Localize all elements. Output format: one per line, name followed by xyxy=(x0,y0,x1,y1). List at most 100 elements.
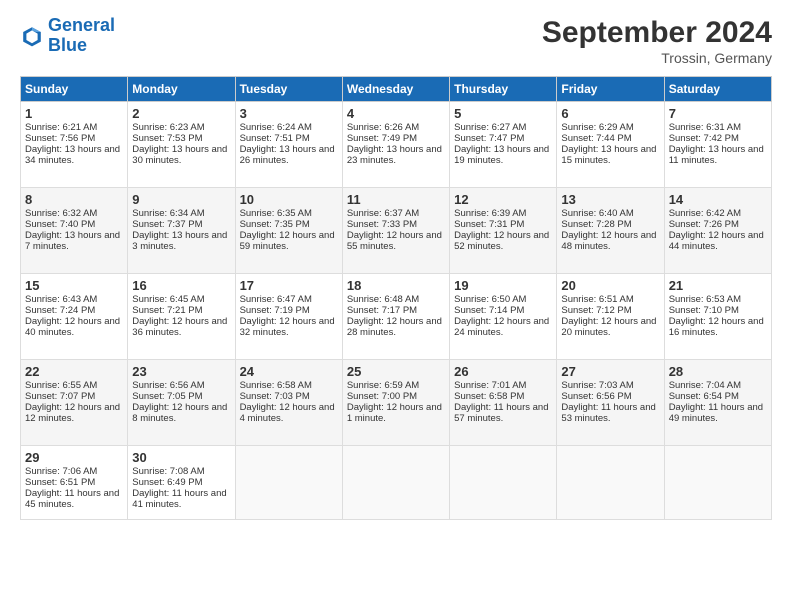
daylight-text: Daylight: 12 hours and 48 minutes. xyxy=(561,230,656,252)
sunrise-text: Sunrise: 6:48 AM xyxy=(347,294,419,305)
day-number: 1 xyxy=(25,106,123,121)
daylight-text: Daylight: 12 hours and 8 minutes. xyxy=(132,402,227,424)
col-sunday: Sunday xyxy=(21,77,128,102)
title-block: September 2024 Trossin, Germany xyxy=(542,16,772,66)
day-number: 10 xyxy=(240,192,338,207)
sunrise-text: Sunrise: 6:56 AM xyxy=(132,380,204,391)
calendar-cell: 13 Sunrise: 6:40 AM Sunset: 7:28 PM Dayl… xyxy=(557,188,664,274)
sunrise-text: Sunrise: 7:08 AM xyxy=(132,466,204,477)
calendar-cell: 10 Sunrise: 6:35 AM Sunset: 7:35 PM Dayl… xyxy=(235,188,342,274)
sunset-text: Sunset: 7:51 PM xyxy=(240,133,310,144)
sunset-text: Sunset: 7:49 PM xyxy=(347,133,417,144)
sunrise-text: Sunrise: 6:42 AM xyxy=(669,208,741,219)
day-number: 12 xyxy=(454,192,552,207)
calendar-cell: 8 Sunrise: 6:32 AM Sunset: 7:40 PM Dayli… xyxy=(21,188,128,274)
sunrise-text: Sunrise: 6:26 AM xyxy=(347,122,419,133)
sunset-text: Sunset: 6:56 PM xyxy=(561,391,631,402)
day-number: 7 xyxy=(669,106,767,121)
daylight-text: Daylight: 13 hours and 15 minutes. xyxy=(561,144,656,166)
day-number: 8 xyxy=(25,192,123,207)
sunrise-text: Sunrise: 7:03 AM xyxy=(561,380,633,391)
daylight-text: Daylight: 13 hours and 7 minutes. xyxy=(25,230,120,252)
daylight-text: Daylight: 12 hours and 4 minutes. xyxy=(240,402,335,424)
calendar-cell: 30 Sunrise: 7:08 AM Sunset: 6:49 PM Dayl… xyxy=(128,446,235,520)
calendar-row: 22 Sunrise: 6:55 AM Sunset: 7:07 PM Dayl… xyxy=(21,360,772,446)
day-number: 18 xyxy=(347,278,445,293)
calendar-cell: 21 Sunrise: 6:53 AM Sunset: 7:10 PM Dayl… xyxy=(664,274,771,360)
sunset-text: Sunset: 7:00 PM xyxy=(347,391,417,402)
calendar-cell xyxy=(235,446,342,520)
calendar-cell: 12 Sunrise: 6:39 AM Sunset: 7:31 PM Dayl… xyxy=(450,188,557,274)
calendar-cell: 24 Sunrise: 6:58 AM Sunset: 7:03 PM Dayl… xyxy=(235,360,342,446)
daylight-text: Daylight: 12 hours and 20 minutes. xyxy=(561,316,656,338)
sunset-text: Sunset: 7:42 PM xyxy=(669,133,739,144)
sunrise-text: Sunrise: 6:31 AM xyxy=(669,122,741,133)
sunrise-text: Sunrise: 6:51 AM xyxy=(561,294,633,305)
sunset-text: Sunset: 7:56 PM xyxy=(25,133,95,144)
day-number: 13 xyxy=(561,192,659,207)
calendar-row: 1 Sunrise: 6:21 AM Sunset: 7:56 PM Dayli… xyxy=(21,102,772,188)
daylight-text: Daylight: 12 hours and 16 minutes. xyxy=(669,316,764,338)
daylight-text: Daylight: 12 hours and 12 minutes. xyxy=(25,402,120,424)
sunset-text: Sunset: 7:10 PM xyxy=(669,305,739,316)
day-number: 26 xyxy=(454,364,552,379)
day-number: 30 xyxy=(132,450,230,465)
sunrise-text: Sunrise: 6:53 AM xyxy=(669,294,741,305)
sunrise-text: Sunrise: 7:06 AM xyxy=(25,466,97,477)
location: Trossin, Germany xyxy=(542,50,772,66)
sunset-text: Sunset: 7:28 PM xyxy=(561,219,631,230)
calendar-cell xyxy=(664,446,771,520)
col-wednesday: Wednesday xyxy=(342,77,449,102)
sunrise-text: Sunrise: 6:40 AM xyxy=(561,208,633,219)
day-number: 4 xyxy=(347,106,445,121)
sunrise-text: Sunrise: 6:37 AM xyxy=(347,208,419,219)
daylight-text: Daylight: 12 hours and 44 minutes. xyxy=(669,230,764,252)
col-saturday: Saturday xyxy=(664,77,771,102)
calendar-cell: 15 Sunrise: 6:43 AM Sunset: 7:24 PM Dayl… xyxy=(21,274,128,360)
sunrise-text: Sunrise: 6:39 AM xyxy=(454,208,526,219)
day-number: 3 xyxy=(240,106,338,121)
daylight-text: Daylight: 13 hours and 30 minutes. xyxy=(132,144,227,166)
sunset-text: Sunset: 7:07 PM xyxy=(25,391,95,402)
sunset-text: Sunset: 7:40 PM xyxy=(25,219,95,230)
sunset-text: Sunset: 7:05 PM xyxy=(132,391,202,402)
calendar-cell: 23 Sunrise: 6:56 AM Sunset: 7:05 PM Dayl… xyxy=(128,360,235,446)
calendar-cell: 17 Sunrise: 6:47 AM Sunset: 7:19 PM Dayl… xyxy=(235,274,342,360)
logo-blue: Blue xyxy=(48,35,87,55)
calendar-cell: 7 Sunrise: 6:31 AM Sunset: 7:42 PM Dayli… xyxy=(664,102,771,188)
calendar-cell: 19 Sunrise: 6:50 AM Sunset: 7:14 PM Dayl… xyxy=(450,274,557,360)
calendar-cell: 2 Sunrise: 6:23 AM Sunset: 7:53 PM Dayli… xyxy=(128,102,235,188)
day-number: 2 xyxy=(132,106,230,121)
calendar-table: Sunday Monday Tuesday Wednesday Thursday… xyxy=(20,76,772,520)
daylight-text: Daylight: 11 hours and 49 minutes. xyxy=(669,402,763,424)
sunrise-text: Sunrise: 6:34 AM xyxy=(132,208,204,219)
daylight-text: Daylight: 13 hours and 19 minutes. xyxy=(454,144,549,166)
sunset-text: Sunset: 7:17 PM xyxy=(347,305,417,316)
col-friday: Friday xyxy=(557,77,664,102)
sunset-text: Sunset: 7:24 PM xyxy=(25,305,95,316)
day-number: 5 xyxy=(454,106,552,121)
daylight-text: Daylight: 11 hours and 57 minutes. xyxy=(454,402,548,424)
day-number: 24 xyxy=(240,364,338,379)
daylight-text: Daylight: 12 hours and 32 minutes. xyxy=(240,316,335,338)
sunrise-text: Sunrise: 6:27 AM xyxy=(454,122,526,133)
day-number: 6 xyxy=(561,106,659,121)
sunrise-text: Sunrise: 6:23 AM xyxy=(132,122,204,133)
daylight-text: Daylight: 12 hours and 36 minutes. xyxy=(132,316,227,338)
sunset-text: Sunset: 7:21 PM xyxy=(132,305,202,316)
logo-icon xyxy=(20,24,44,48)
day-number: 29 xyxy=(25,450,123,465)
month-title: September 2024 xyxy=(542,16,772,50)
sunset-text: Sunset: 7:47 PM xyxy=(454,133,524,144)
sunrise-text: Sunrise: 7:04 AM xyxy=(669,380,741,391)
sunrise-text: Sunrise: 6:55 AM xyxy=(25,380,97,391)
day-number: 19 xyxy=(454,278,552,293)
logo-general: General xyxy=(48,15,115,35)
calendar-cell: 14 Sunrise: 6:42 AM Sunset: 7:26 PM Dayl… xyxy=(664,188,771,274)
day-number: 11 xyxy=(347,192,445,207)
calendar-cell: 29 Sunrise: 7:06 AM Sunset: 6:51 PM Dayl… xyxy=(21,446,128,520)
calendar-cell: 3 Sunrise: 6:24 AM Sunset: 7:51 PM Dayli… xyxy=(235,102,342,188)
sunset-text: Sunset: 7:35 PM xyxy=(240,219,310,230)
daylight-text: Daylight: 12 hours and 52 minutes. xyxy=(454,230,549,252)
day-number: 16 xyxy=(132,278,230,293)
